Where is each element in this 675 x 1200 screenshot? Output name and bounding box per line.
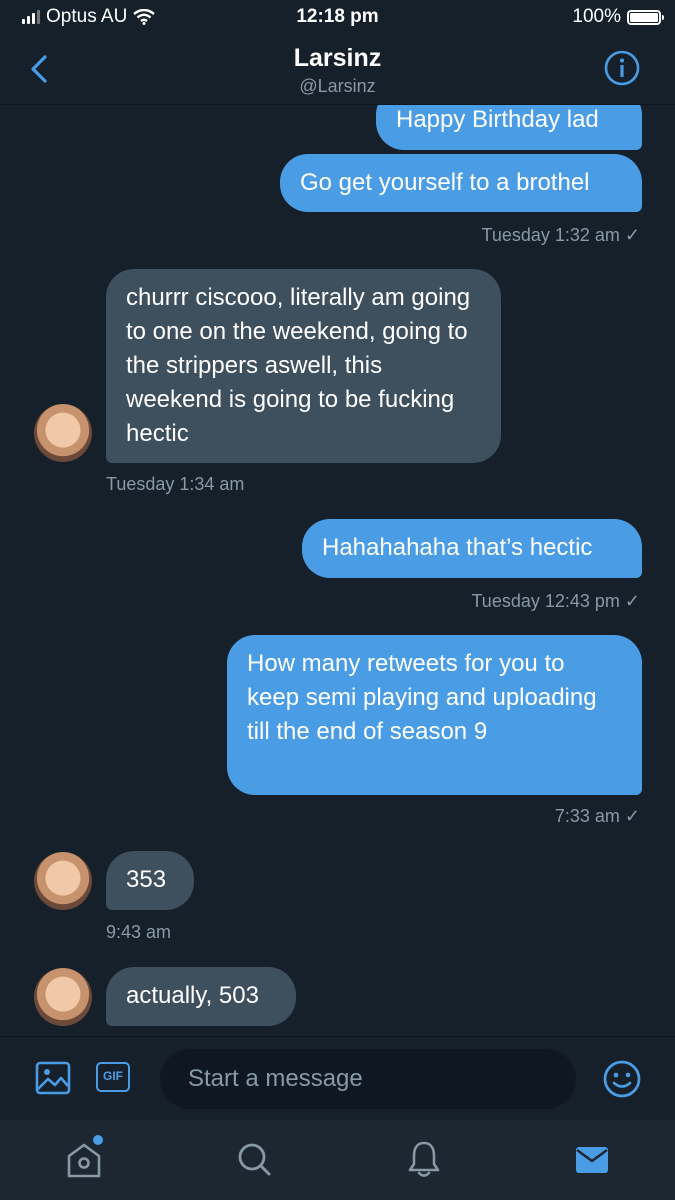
message-timestamp: 9:43 am bbox=[106, 922, 172, 942]
search-icon bbox=[238, 1143, 271, 1176]
sent-message[interactable]: Happy Birthday lad bbox=[376, 105, 642, 150]
avatar[interactable] bbox=[34, 968, 92, 1026]
battery-percent: 100% bbox=[572, 6, 621, 27]
image-icon[interactable] bbox=[35, 1061, 71, 1095]
message-timestamp: Tuesday 12:43 pm ✓ bbox=[471, 591, 640, 611]
sent-message[interactable]: Go get yourself to a brothel bbox=[280, 154, 642, 212]
gif-button[interactable]: GIF bbox=[96, 1062, 130, 1092]
tab-bar bbox=[0, 1120, 675, 1200]
tab-search[interactable] bbox=[236, 1140, 272, 1180]
mail-icon bbox=[576, 1147, 608, 1173]
avatar[interactable] bbox=[34, 852, 92, 910]
info-icon[interactable] bbox=[604, 50, 640, 86]
message-list: Happy Birthday lad Go get yourself to a … bbox=[0, 105, 675, 1035]
bell-icon bbox=[408, 1141, 440, 1177]
tab-messages[interactable] bbox=[574, 1144, 610, 1176]
battery-icon bbox=[627, 9, 664, 25]
sent-message[interactable]: How many retweets for you to keep semi p… bbox=[227, 635, 642, 795]
conversation-header: Larsinz @Larsinz bbox=[0, 34, 675, 105]
message-input-placeholder: Start a message bbox=[188, 1065, 363, 1092]
gif-label: GIF bbox=[103, 1069, 123, 1083]
compose-bar: GIF Start a message bbox=[0, 1036, 675, 1121]
battery-status: 100% bbox=[572, 6, 664, 28]
received-message[interactable]: 353 bbox=[106, 851, 194, 910]
tab-notifications[interactable] bbox=[406, 1139, 442, 1179]
sent-message[interactable]: Hahahahaha that’s hectic bbox=[302, 519, 642, 578]
message-timestamp: 7:33 am ✓ bbox=[554, 806, 640, 826]
contact-handle: @Larsinz bbox=[299, 76, 376, 96]
received-message[interactable]: actually, 503 bbox=[106, 967, 296, 1026]
tab-home[interactable] bbox=[64, 1135, 104, 1182]
status-bar: Optus AU 12:18 pm 100% bbox=[0, 0, 675, 34]
message-input[interactable]: Start a message bbox=[160, 1049, 576, 1109]
message-timestamp: Tuesday 1:32 am ✓ bbox=[481, 225, 641, 245]
received-message[interactable]: churrr ciscooo, literally am going to on… bbox=[106, 269, 501, 463]
notification-dot-icon bbox=[93, 1135, 103, 1145]
contact-name[interactable]: Larsinz bbox=[0, 44, 675, 73]
avatar[interactable] bbox=[34, 404, 92, 462]
emoji-icon[interactable] bbox=[602, 1059, 642, 1099]
message-timestamp: Tuesday 1:34 am bbox=[106, 474, 245, 494]
